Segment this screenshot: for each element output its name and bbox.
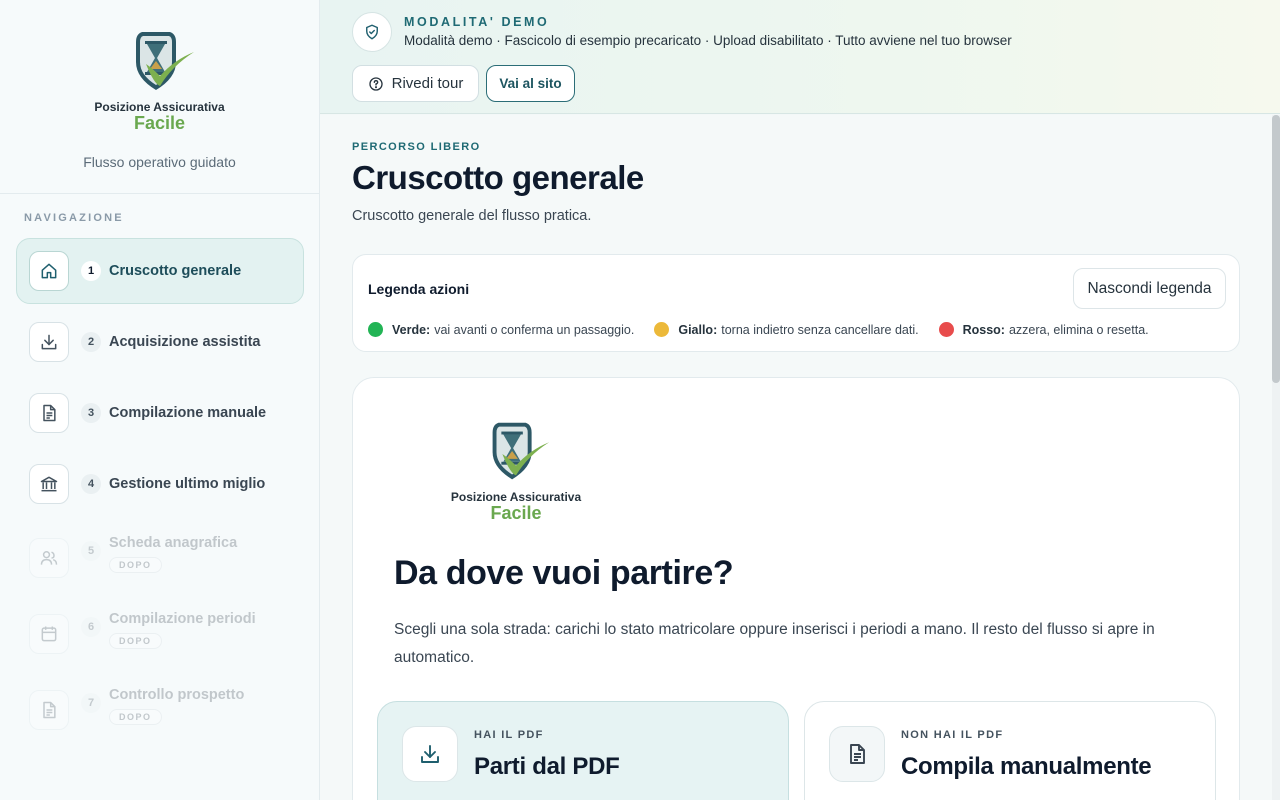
main-scrollbar-thumb[interactable]: [1272, 115, 1280, 383]
nav-section-title: NAVIGAZIONE: [24, 212, 124, 224]
legend-title: Legenda azioni: [368, 281, 470, 297]
sidebar: Posizione Assicurativa Facile Flusso ope…: [0, 0, 320, 800]
shield-check-icon: [352, 12, 392, 52]
legend-item-green: Verde: vai avanti o conferma un passaggi…: [368, 322, 634, 337]
main-content: PERCORSO LIBERO Cruscotto generale Crusc…: [320, 115, 1272, 800]
legend-item-text: vai avanti o conferma un passaggio.: [434, 322, 635, 337]
page-eyebrow: PERCORSO LIBERO: [352, 141, 481, 153]
document-icon: [29, 690, 69, 730]
app-logo[interactable]: Posizione Assicurativa Facile: [90, 28, 230, 140]
start-description: Scegli una sola strada: carichi lo stato…: [394, 621, 1155, 666]
shield-hourglass-logo-icon: [135, 32, 194, 90]
locked-badge: DOPO: [109, 633, 162, 649]
sidebar-item-label: Gestione ultimo miglio: [109, 476, 266, 492]
help-circle-icon: [368, 76, 383, 91]
choice-title: Compila manualmente: [901, 753, 1152, 780]
legend-item-text: torna indietro senza cancellare dati.: [721, 322, 919, 337]
choice-eyebrow: HAI IL PDF: [474, 729, 544, 741]
nav-step-number: 6: [81, 617, 101, 637]
start-card: Posizione Assicurativa Facile Da dove vu…: [352, 377, 1240, 800]
page-title: Cruscotto generale: [352, 159, 644, 196]
sidebar-item-label: Compilazione periodi: [109, 611, 256, 627]
review-tour-label: Rivedi tour: [391, 75, 464, 92]
locked-badge: DOPO: [109, 709, 162, 725]
legend-items: Verde: vai avanti o conferma un passaggi…: [368, 322, 1169, 337]
demo-mode-title: MODALITA' DEMO: [404, 15, 550, 29]
legend-item-name: Rosso:: [962, 322, 1005, 337]
choice-title: Parti dal PDF: [474, 753, 620, 780]
choice-eyebrow: NON HAI IL PDF: [901, 729, 1004, 741]
nav-step-number: 7: [81, 693, 101, 713]
brand-header: Posizione Assicurativa Facile Flusso ope…: [0, 0, 319, 194]
legend-item-text: azzera, elimina o resetta.: [1008, 322, 1149, 337]
hide-legend-button[interactable]: Nascondi legenda: [1073, 268, 1226, 309]
document-icon: [29, 393, 69, 433]
legend-item-yellow: Giallo: torna indietro senza cancellare …: [654, 322, 919, 337]
sidebar-item-label: Cruscotto generale: [109, 263, 242, 279]
sidebar-item-label: Compilazione manuale: [109, 405, 267, 421]
home-icon: [29, 251, 69, 291]
nav-step-number: 5: [81, 541, 101, 561]
sidebar-item-scheda-anagrafica: 5 Scheda anagrafica DOPO: [16, 522, 304, 594]
bank-icon: [29, 464, 69, 504]
download-icon: [402, 726, 458, 782]
logo-line2: Facile: [133, 113, 186, 133]
sidebar-item-cruscotto-generale[interactable]: 1 Cruscotto generale: [16, 238, 304, 304]
review-tour-button[interactable]: Rivedi tour: [352, 65, 479, 102]
card-logo: Posizione Assicurativa Facile: [451, 418, 581, 522]
sidebar-item-compilazione-periodi: 6 Compilazione periodi DOPO: [16, 598, 304, 670]
sidebar-item-label: Scheda anagrafica: [109, 535, 238, 551]
page-subtitle: Cruscotto generale del flusso pratica.: [352, 208, 592, 224]
start-from-pdf-card[interactable]: HAI IL PDF Parti dal PDF: [377, 701, 789, 800]
demo-banner: MODALITA' DEMO Modalità demo · Fascicolo…: [320, 0, 1280, 114]
yellow-dot-icon: [654, 322, 670, 337]
legend-item-name: Giallo:: [678, 322, 718, 337]
nav-step-number: 2: [81, 332, 101, 352]
calendar-icon: [29, 614, 69, 654]
sidebar-item-controllo-prospetto: 7 Controllo prospetto DOPO: [16, 674, 304, 746]
sidebar-item-label: Acquisizione assistita: [109, 334, 261, 350]
sidebar-item-gestione-ultimo-miglio[interactable]: 4 Gestione ultimo miglio: [16, 451, 304, 517]
brand-subtitle: Flusso operativo guidato: [83, 154, 236, 170]
users-icon: [29, 538, 69, 578]
sidebar-item-acquisizione-assistita[interactable]: 2 Acquisizione assistita: [16, 309, 304, 375]
red-dot-icon: [938, 322, 954, 337]
legend-item-name: Verde:: [392, 322, 431, 337]
document-icon: [829, 726, 885, 782]
go-to-site-button[interactable]: Vai al sito: [486, 65, 575, 102]
sidebar-nav: 1 Cruscotto generale 2 Acquisizione assi…: [16, 238, 304, 750]
nav-step-number: 3: [81, 403, 101, 423]
sidebar-item-compilazione-manuale[interactable]: 3 Compilazione manuale: [16, 380, 304, 446]
legend-item-red: Rosso: azzera, elimina o resetta.: [938, 322, 1149, 337]
nav-step-number: 4: [81, 474, 101, 494]
shield-hourglass-logo-icon: [492, 422, 550, 480]
nav-step-number: 1: [81, 261, 101, 281]
actions-legend: Legenda azioni Nascondi legenda Verde: v…: [352, 254, 1240, 352]
logo-line2: Facile: [490, 503, 542, 523]
logo-line1: Posizione Assicurativa: [450, 490, 582, 504]
demo-mode-text: Modalità demo · Fascicolo di esempio pre…: [404, 33, 1012, 48]
sidebar-item-label: Controllo prospetto: [109, 687, 245, 703]
logo-line1: Posizione Assicurativa: [94, 100, 225, 114]
compile-manually-card[interactable]: NON HAI IL PDF Compila manualmente: [804, 701, 1216, 800]
download-icon: [29, 322, 69, 362]
start-title: Da dove vuoi partire?: [394, 554, 734, 592]
locked-badge: DOPO: [109, 557, 162, 573]
green-dot-icon: [368, 322, 383, 337]
